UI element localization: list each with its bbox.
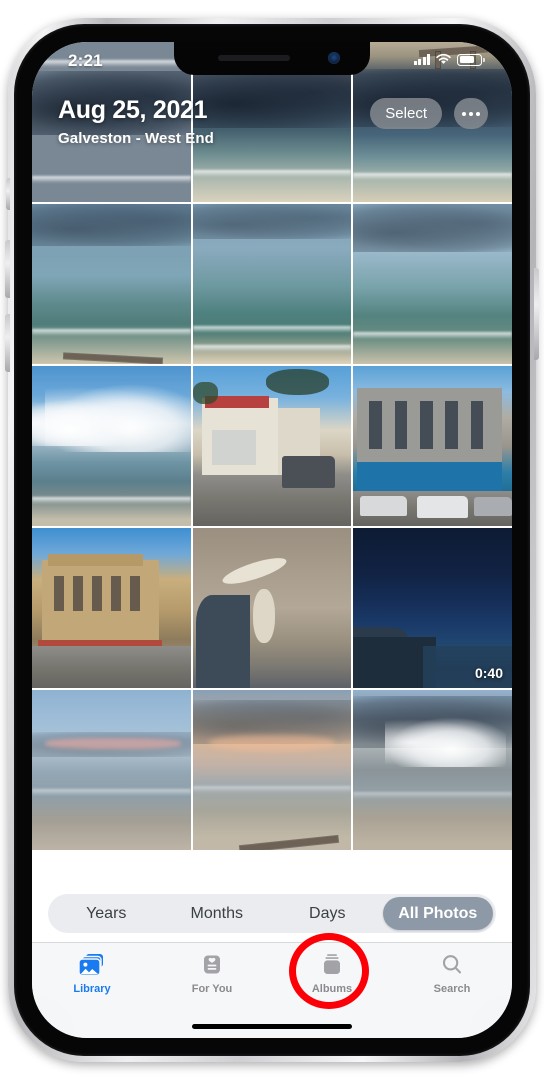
select-button[interactable]: Select: [370, 98, 442, 129]
tab-label: For You: [191, 983, 233, 995]
photo-grid[interactable]: 0:40: [32, 42, 512, 1038]
ellipsis-dot-icon: [469, 111, 473, 116]
tab-label: Search: [433, 983, 471, 995]
phone-frame: 0:40 Aug 25, 2021 Galveston - West End S…: [5, 18, 539, 1062]
volume-down-button[interactable]: [5, 314, 10, 372]
segment-all-photos[interactable]: All Photos: [382, 897, 493, 930]
phone-screen: 0:40 Aug 25, 2021 Galveston - West End S…: [32, 42, 512, 1038]
more-options-button[interactable]: [454, 98, 488, 129]
photo-thumbnail[interactable]: [192, 204, 352, 364]
page-subtitle: Galveston - West End: [58, 130, 214, 147]
timeline-segmented-control[interactable]: Years Months Days All Photos: [48, 894, 496, 933]
tab-search[interactable]: Search: [392, 943, 512, 1038]
segment-days[interactable]: Days: [272, 897, 383, 930]
page-title: Aug 25, 2021: [58, 96, 208, 124]
photo-thumbnail[interactable]: [192, 690, 352, 850]
search-icon: [437, 952, 467, 979]
video-duration-badge: 0:40: [474, 665, 503, 681]
photo-thumbnail[interactable]: [353, 690, 512, 850]
photo-thumbnail[interactable]: [353, 204, 512, 364]
photo-thumbnail[interactable]: [32, 366, 191, 526]
ellipsis-dot-icon: [476, 111, 480, 116]
home-indicator[interactable]: [192, 1024, 352, 1029]
photo-thumbnail[interactable]: [353, 366, 512, 526]
ellipsis-dot-icon: [462, 111, 466, 116]
photo-thumbnail[interactable]: [192, 528, 352, 688]
phone-bezel: 0:40 Aug 25, 2021 Galveston - West End S…: [14, 24, 530, 1056]
silent-switch[interactable]: [6, 178, 10, 210]
photo-thumbnail[interactable]: [32, 690, 191, 850]
photo-thumbnail[interactable]: [32, 528, 191, 688]
earpiece-speaker: [218, 55, 290, 61]
front-camera-icon: [328, 52, 340, 64]
photos-header: Aug 25, 2021 Galveston - West End Select: [32, 82, 512, 164]
albums-stack-icon: [317, 952, 347, 979]
tab-library[interactable]: Library: [32, 943, 152, 1038]
photo-thumbnail[interactable]: [32, 204, 191, 364]
photo-thumbnail[interactable]: [192, 366, 352, 526]
segment-months[interactable]: Months: [162, 897, 273, 930]
photo-library-icon: [77, 952, 107, 979]
notch: [174, 42, 370, 75]
volume-up-button[interactable]: [5, 240, 10, 298]
tab-label: Albums: [311, 983, 353, 995]
for-you-card-icon: [197, 952, 227, 979]
segment-years[interactable]: Years: [51, 897, 162, 930]
photo-thumbnail[interactable]: 0:40: [353, 528, 512, 688]
power-button[interactable]: [534, 268, 539, 360]
tab-label: Library: [73, 983, 111, 995]
